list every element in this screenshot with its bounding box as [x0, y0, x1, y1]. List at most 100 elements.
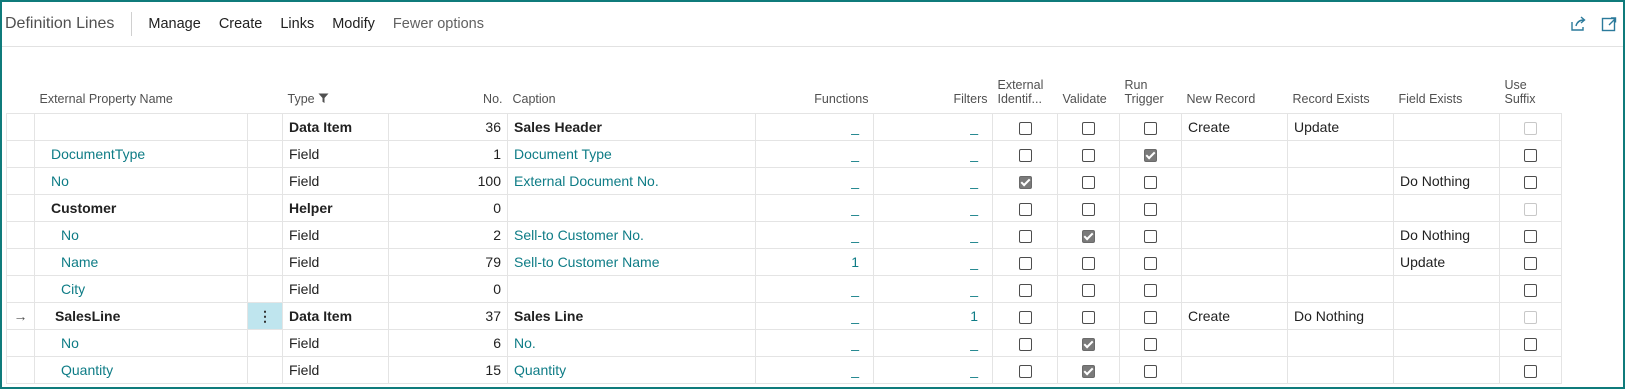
checkbox-use-suffix[interactable]	[1524, 175, 1537, 189]
checkbox-validate[interactable]	[1082, 283, 1095, 297]
cell-record-exists[interactable]: Update	[1287, 113, 1394, 141]
cell-filters[interactable]: _	[873, 221, 993, 249]
checkbox-external-identifier[interactable]	[1018, 148, 1032, 162]
cell-record-exists[interactable]: Do Nothing	[1287, 302, 1394, 330]
cell-filters[interactable]: _	[873, 248, 993, 276]
cell-caption[interactable]	[507, 275, 756, 303]
cell-caption[interactable]	[507, 194, 756, 222]
cell-functions[interactable]: _	[755, 356, 874, 384]
checkbox-run-trigger[interactable]	[1144, 121, 1157, 135]
table-row[interactable]: DocumentType Field 1 Document Type _ _	[6, 140, 1562, 168]
cell-caption[interactable]: Sales Line	[507, 302, 756, 330]
cell-field-exists[interactable]	[1393, 275, 1500, 303]
header-run-trigger[interactable]: Run Trigger	[1120, 62, 1182, 114]
row-menu-cell[interactable]	[247, 329, 283, 357]
cell-caption[interactable]: External Document No.	[507, 167, 756, 195]
cell-record-exists[interactable]	[1287, 221, 1394, 249]
cell-filters[interactable]: _	[873, 275, 993, 303]
cell-new-record[interactable]	[1181, 275, 1288, 303]
cell-type[interactable]: Data Item	[282, 302, 389, 330]
cell-new-record[interactable]	[1181, 194, 1288, 222]
cell-type[interactable]: Field	[282, 248, 389, 276]
cell-functions[interactable]: _	[755, 194, 874, 222]
cell-new-record[interactable]	[1181, 140, 1288, 168]
checkbox-external-identifier[interactable]	[1018, 337, 1032, 351]
row-menu-cell[interactable]	[247, 113, 283, 141]
cell-no[interactable]: 0	[388, 275, 508, 303]
table-row[interactable]: No Field 6 No. _ _	[6, 329, 1562, 357]
cell-filters[interactable]: 1	[873, 302, 993, 330]
cell-field-exists[interactable]	[1393, 194, 1500, 222]
header-no[interactable]: No.	[389, 62, 508, 114]
header-new-record[interactable]: New Record	[1182, 62, 1288, 114]
cell-record-exists[interactable]	[1287, 275, 1394, 303]
checkbox-run-trigger[interactable]	[1144, 283, 1157, 297]
checkbox-run-trigger[interactable]	[1144, 364, 1157, 378]
filter-icon[interactable]	[318, 92, 329, 106]
checkbox-validate[interactable]	[1082, 337, 1095, 351]
cell-no[interactable]: 6	[388, 329, 508, 357]
row-menu-cell[interactable]	[247, 356, 283, 384]
cell-new-record[interactable]	[1181, 248, 1288, 276]
checkbox-external-identifier[interactable]	[1018, 229, 1032, 243]
cell-functions[interactable]: _	[755, 275, 874, 303]
row-selector[interactable]	[6, 248, 35, 276]
cell-record-exists[interactable]	[1287, 356, 1394, 384]
fewer-options-button[interactable]: Fewer options	[393, 16, 484, 32]
header-filters[interactable]: Filters	[874, 62, 993, 114]
cell-no[interactable]: 15	[388, 356, 508, 384]
row-menu-cell[interactable]	[247, 221, 283, 249]
header-external-property-name[interactable]: External Property Name	[35, 62, 248, 114]
table-row[interactable]: Name Field 79 Sell-to Customer Name 1 _ …	[6, 248, 1562, 276]
row-selector[interactable]	[6, 167, 35, 195]
cell-functions[interactable]: _	[755, 113, 874, 141]
checkbox-validate[interactable]	[1082, 202, 1095, 216]
row-selector[interactable]	[6, 356, 35, 384]
cell-field-exists[interactable]: Do Nothing	[1393, 167, 1500, 195]
row-selector[interactable]	[6, 140, 35, 168]
links-menu[interactable]: Links	[280, 16, 314, 32]
cell-functions[interactable]: _	[755, 167, 874, 195]
checkbox-validate[interactable]	[1082, 148, 1095, 162]
row-menu-cell[interactable]	[247, 167, 283, 195]
cell-caption[interactable]: Sell-to Customer Name	[507, 248, 756, 276]
cell-external-property-name[interactable]: SalesLine	[34, 302, 248, 330]
cell-field-exists[interactable]	[1393, 113, 1500, 141]
table-row[interactable]: Quantity Field 15 Quantity _ _	[6, 356, 1562, 384]
cell-type[interactable]: Field	[282, 140, 389, 168]
header-record-exists[interactable]: Record Exists	[1288, 62, 1394, 114]
cell-type[interactable]: Field	[282, 329, 389, 357]
header-field-exists[interactable]: Field Exists	[1394, 62, 1500, 114]
table-row[interactable]: No Field 2 Sell-to Customer No. _ _ Do N…	[6, 221, 1562, 249]
cell-filters[interactable]: _	[873, 329, 993, 357]
cell-new-record[interactable]	[1181, 356, 1288, 384]
cell-record-exists[interactable]	[1287, 329, 1394, 357]
share-icon[interactable]	[1570, 16, 1587, 32]
checkbox-validate[interactable]	[1082, 175, 1095, 189]
row-selector[interactable]	[6, 275, 35, 303]
cell-no[interactable]: 0	[388, 194, 508, 222]
cell-field-exists[interactable]	[1393, 302, 1500, 330]
cell-external-property-name[interactable]: No	[34, 167, 248, 195]
cell-no[interactable]: 37	[388, 302, 508, 330]
cell-external-property-name[interactable]: Customer	[34, 194, 248, 222]
cell-new-record[interactable]: Create	[1181, 302, 1288, 330]
checkbox-run-trigger[interactable]	[1144, 148, 1157, 162]
manage-menu[interactable]: Manage	[148, 16, 200, 32]
cell-record-exists[interactable]	[1287, 248, 1394, 276]
checkbox-external-identifier[interactable]	[1018, 175, 1032, 189]
cell-filters[interactable]: _	[873, 167, 993, 195]
checkbox-validate[interactable]	[1082, 229, 1095, 243]
cell-functions[interactable]: _	[755, 302, 874, 330]
cell-type[interactable]: Field	[282, 221, 389, 249]
cell-no[interactable]: 36	[388, 113, 508, 141]
cell-caption[interactable]: Quantity	[507, 356, 756, 384]
table-row[interactable]: Data Item 36 Sales Header _ _ Create Upd…	[6, 113, 1562, 141]
checkbox-use-suffix[interactable]	[1524, 148, 1537, 162]
row-menu-cell[interactable]	[247, 140, 283, 168]
cell-filters[interactable]: _	[873, 113, 993, 141]
table-row[interactable]: City Field 0 _ _	[6, 275, 1562, 303]
more-options-icon[interactable]: ⋮	[247, 302, 283, 330]
checkbox-validate[interactable]	[1082, 121, 1095, 135]
cell-functions[interactable]: _	[755, 221, 874, 249]
